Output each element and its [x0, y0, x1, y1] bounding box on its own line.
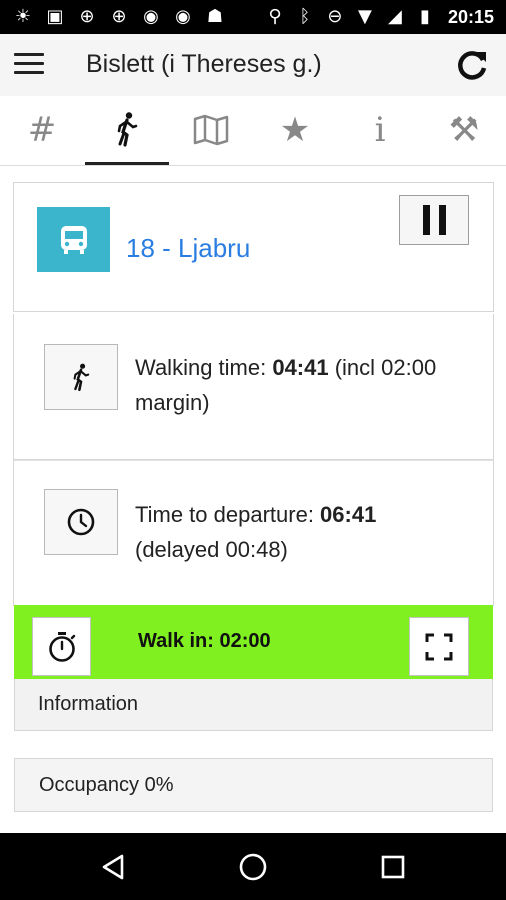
- tab-map[interactable]: [169, 96, 253, 164]
- status-system: ⚲ ᛒ ⊖ ▼ ◢ ▮ 20:15: [264, 6, 494, 28]
- do-not-disturb-icon: ⊖: [327, 6, 343, 27]
- tab-info[interactable]: i: [338, 96, 422, 164]
- route-card: 18 - Ljabru: [13, 182, 494, 312]
- departure-time-suffix: (delayed 00:48): [135, 537, 288, 562]
- departure-time-value: 06:41: [320, 502, 377, 527]
- status-time: 20:15: [447, 6, 494, 27]
- stopwatch-icon: [48, 631, 75, 662]
- tools-icon: ⚒: [448, 110, 480, 150]
- stack-icon: ◉: [175, 6, 191, 27]
- crosshair-icon: ⊕: [79, 6, 95, 27]
- stopwatch-button[interactable]: [32, 617, 91, 676]
- back-icon[interactable]: [96, 850, 130, 884]
- crosshair-icon: ⊕: [111, 6, 127, 27]
- refresh-icon[interactable]: [454, 48, 490, 84]
- map-icon: [193, 114, 229, 146]
- stack-icon: ◉: [143, 6, 159, 27]
- home-icon[interactable]: [236, 850, 270, 884]
- occupancy-section[interactable]: Occupancy 0%: [14, 758, 493, 812]
- departure-time-text: Time to departure: 06:41 (delayed 00:48): [135, 497, 465, 567]
- info-icon: i: [374, 110, 386, 150]
- app-bar: Bislett (i Thereses g.): [0, 34, 506, 96]
- image-icon: ▣: [46, 6, 64, 27]
- occupancy-label: Occupancy 0%: [39, 774, 174, 796]
- clock-icon: [44, 489, 118, 555]
- bluetooth-icon: ᛒ: [299, 6, 311, 27]
- status-bar: ☀ ▣ ⊕ ⊕ ◉ ◉ ☗ ⚲ ᛒ ⊖ ▼ ◢ ▮ 20:15: [0, 0, 506, 34]
- tab-favorites[interactable]: ★: [253, 96, 337, 164]
- recents-icon[interactable]: [376, 850, 410, 884]
- walk-icon: [44, 344, 118, 410]
- menu-icon[interactable]: [14, 53, 44, 77]
- battery-icon: ▮: [420, 6, 430, 27]
- walking-time-value: 04:41: [272, 355, 329, 380]
- tab-bar: # ★ i ⚒: [0, 96, 506, 166]
- fullscreen-icon: [425, 633, 453, 660]
- walk-in-bar: Walk in: 02:00: [14, 605, 493, 679]
- walk-in-text: Walk in: 02:00: [138, 630, 271, 652]
- hash-icon: #: [27, 110, 57, 150]
- brightness-icon: ☀: [14, 6, 32, 27]
- departure-time-label: Time to departure:: [135, 502, 321, 527]
- fullscreen-button[interactable]: [409, 617, 469, 676]
- android-icon: ☗: [206, 6, 224, 27]
- status-notifications: ☀ ▣ ⊕ ⊕ ◉ ◉ ☗: [12, 6, 226, 28]
- signal-icon: ◢: [388, 6, 402, 27]
- location-icon: ⚲: [268, 6, 282, 27]
- system-nav-bar: [0, 833, 506, 900]
- walk-icon: [117, 112, 138, 147]
- information-section[interactable]: Information: [14, 679, 493, 731]
- tab-hash[interactable]: #: [0, 96, 84, 164]
- departure-time-row: Time to departure: 06:41 (delayed 00:48): [13, 460, 494, 606]
- tab-settings[interactable]: ⚒: [422, 96, 506, 164]
- walking-time-label: Walking time:: [135, 355, 273, 380]
- page-title: Bislett (i Thereses g.): [86, 50, 322, 78]
- star-icon: ★: [279, 110, 311, 150]
- walking-time-text: Walking time: 04:41 (incl 02:00 margin): [135, 350, 465, 420]
- pause-button[interactable]: [399, 195, 469, 245]
- walking-time-row: Walking time: 04:41 (incl 02:00 margin): [13, 314, 494, 460]
- route-name[interactable]: 18 - Ljabru: [126, 233, 250, 264]
- tram-icon: [37, 207, 110, 272]
- wifi-icon: ▼: [358, 6, 372, 27]
- information-label: Information: [38, 693, 139, 715]
- tab-walk[interactable]: [85, 96, 169, 165]
